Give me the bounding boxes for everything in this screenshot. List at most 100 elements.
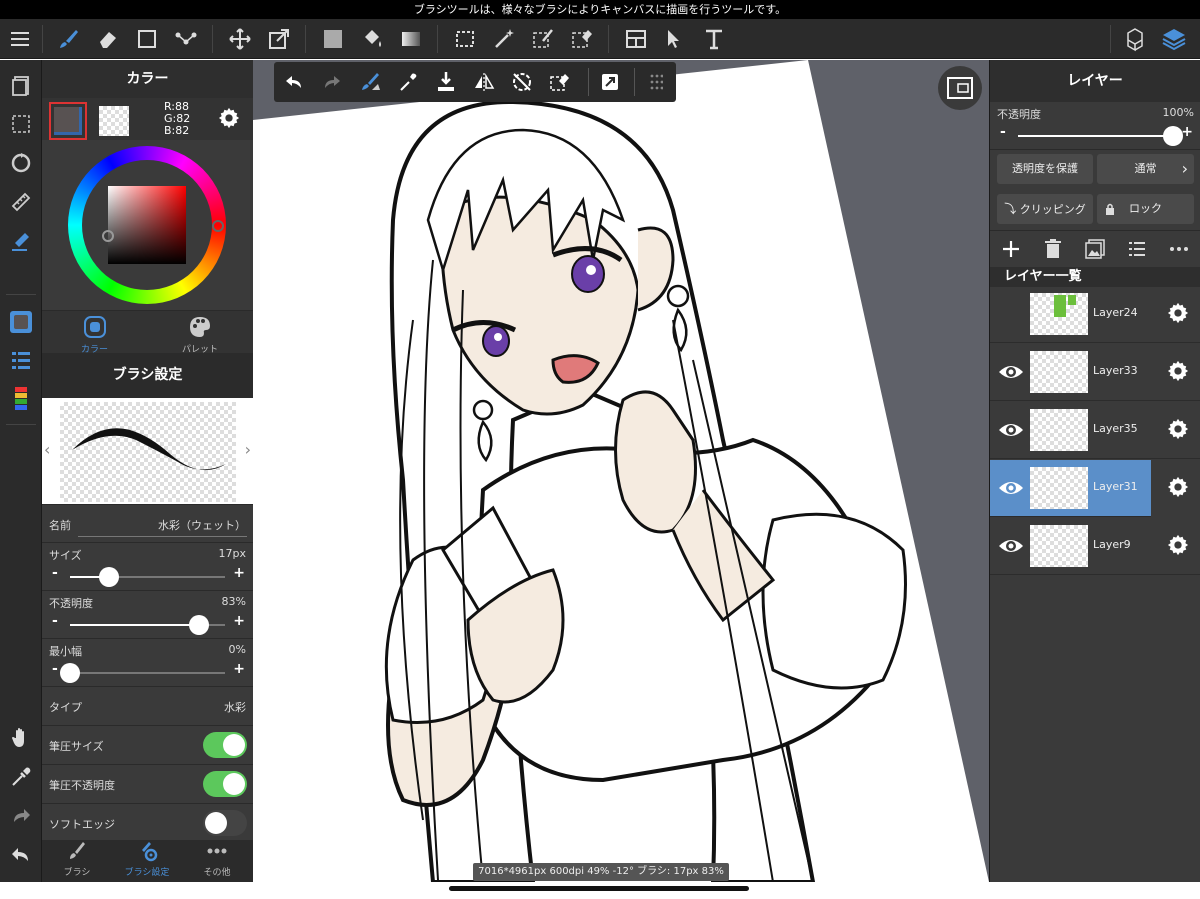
minwidth-slider[interactable] bbox=[60, 663, 225, 683]
layer-more-icon[interactable] bbox=[1168, 238, 1190, 263]
visibility-eye-icon[interactable] bbox=[998, 478, 1024, 501]
operation-tool-icon[interactable] bbox=[659, 23, 691, 55]
layer-settings-gear-icon[interactable] bbox=[1167, 534, 1189, 559]
select-pen-icon[interactable] bbox=[527, 23, 559, 55]
brush-prev-chevron-icon[interactable]: ‹ bbox=[44, 440, 50, 459]
soft-edge-toggle[interactable] bbox=[203, 810, 247, 836]
saturation-value-square[interactable] bbox=[102, 186, 186, 264]
visibility-eye-icon[interactable] bbox=[998, 362, 1024, 385]
quick-flip-icon[interactable] bbox=[468, 66, 500, 98]
opacity-minus-button[interactable]: - bbox=[52, 613, 58, 629]
layer-opacity-minus-button[interactable]: - bbox=[1000, 124, 1006, 140]
pressure-size-toggle[interactable] bbox=[203, 732, 247, 758]
layer-settings-gear-icon[interactable] bbox=[1167, 418, 1189, 443]
protect-alpha-button[interactable]: 透明度を保護 bbox=[997, 154, 1093, 184]
brush-tool-icon[interactable] bbox=[52, 23, 84, 55]
layer-settings-gear-icon[interactable] bbox=[1167, 360, 1189, 385]
color-panel-toggle-icon[interactable] bbox=[5, 306, 37, 338]
select-layer-icon[interactable] bbox=[5, 108, 37, 140]
frame-divider-icon[interactable] bbox=[620, 23, 652, 55]
layers-icon[interactable] bbox=[1158, 23, 1190, 55]
home-indicator[interactable] bbox=[449, 886, 749, 891]
layer-opacity-plus-button[interactable]: + bbox=[1181, 124, 1193, 140]
brush-list-toggle-icon[interactable] bbox=[5, 344, 37, 376]
brush-next-chevron-icon[interactable]: › bbox=[245, 440, 251, 459]
select-rect-icon[interactable] bbox=[449, 23, 481, 55]
materials-icon[interactable] bbox=[1119, 23, 1151, 55]
select-eraser-icon[interactable] bbox=[566, 23, 598, 55]
undo-icon[interactable] bbox=[5, 839, 37, 871]
tab-brush[interactable]: ブラシ bbox=[42, 840, 112, 882]
hand-tool-icon[interactable] bbox=[5, 722, 37, 754]
size-slider[interactable] bbox=[70, 567, 225, 587]
quick-undo-icon[interactable] bbox=[278, 66, 310, 98]
layer-name: Layer35 bbox=[1093, 422, 1138, 435]
layer-opacity-slider[interactable] bbox=[1018, 126, 1183, 146]
artwork-canvas[interactable] bbox=[253, 60, 989, 882]
layer-row[interactable]: Layer33 bbox=[990, 344, 1200, 401]
navigator-button[interactable] bbox=[938, 66, 982, 110]
quick-save-icon[interactable] bbox=[430, 66, 462, 98]
rotate-view-icon[interactable] bbox=[5, 147, 37, 179]
brush-name-row[interactable]: 名前 水彩（ウェット） bbox=[42, 504, 253, 542]
quick-reset-rotation-icon[interactable] bbox=[506, 66, 538, 98]
layer-settings-gear-icon[interactable] bbox=[1167, 476, 1189, 501]
transform-tool-icon[interactable] bbox=[263, 23, 295, 55]
delete-layer-icon[interactable] bbox=[1042, 238, 1064, 263]
minwidth-plus-button[interactable]: + bbox=[233, 661, 245, 677]
fill-color-icon[interactable] bbox=[317, 23, 349, 55]
opacity-plus-button[interactable]: + bbox=[233, 613, 245, 629]
brush-type-row[interactable]: タイプ 水彩 bbox=[42, 686, 253, 725]
quick-transform-icon[interactable] bbox=[594, 66, 626, 98]
layer-row[interactable]: Layer31 bbox=[990, 460, 1189, 517]
blend-mode-button[interactable]: 通常 › bbox=[1097, 154, 1194, 184]
redo-icon[interactable] bbox=[5, 800, 37, 832]
magic-wand-icon[interactable] bbox=[488, 23, 520, 55]
tab-brush-settings[interactable]: ブラシ設定 bbox=[112, 840, 182, 882]
pressure-opacity-toggle[interactable] bbox=[203, 771, 247, 797]
visibility-eye-icon[interactable] bbox=[998, 420, 1024, 443]
gradient-tool-icon[interactable] bbox=[395, 23, 427, 55]
color-settings-gear-icon[interactable] bbox=[218, 107, 240, 132]
tab-color[interactable]: カラー bbox=[42, 315, 147, 355]
opacity-slider[interactable] bbox=[70, 615, 225, 635]
layer-settings-gear-icon[interactable] bbox=[1167, 302, 1189, 327]
brush-size-label: サイズ bbox=[49, 549, 82, 562]
layer-image-icon[interactable] bbox=[1084, 238, 1106, 263]
pages-icon[interactable] bbox=[5, 70, 37, 102]
pen-settings-icon[interactable] bbox=[5, 225, 37, 257]
ruler-icon[interactable] bbox=[5, 186, 37, 218]
tab-other[interactable]: その他 bbox=[182, 840, 252, 882]
color-bar-icon[interactable] bbox=[5, 382, 37, 414]
sub-color-swatch[interactable] bbox=[99, 106, 129, 136]
eyedropper-icon[interactable] bbox=[5, 761, 37, 793]
shape-tool-icon[interactable] bbox=[131, 23, 163, 55]
lock-button[interactable]: ロック bbox=[1097, 194, 1194, 224]
move-tool-icon[interactable] bbox=[224, 23, 256, 55]
minwidth-minus-button[interactable]: - bbox=[52, 661, 58, 677]
main-color-swatch[interactable] bbox=[49, 102, 87, 140]
layer-opacity-label: 不透明度 bbox=[997, 108, 1041, 121]
quick-clear-icon[interactable] bbox=[544, 66, 576, 98]
bucket-tool-icon[interactable] bbox=[356, 23, 388, 55]
quick-brush-icon[interactable] bbox=[354, 66, 386, 98]
clipping-button[interactable]: ⤵ クリッピング bbox=[997, 194, 1093, 224]
eraser-tool-icon[interactable] bbox=[92, 23, 124, 55]
visibility-eye-icon[interactable] bbox=[998, 536, 1024, 559]
layer-row[interactable]: Layer24 bbox=[990, 286, 1200, 343]
menu-icon[interactable] bbox=[4, 23, 36, 55]
layer-row[interactable]: Layer9 bbox=[990, 518, 1200, 575]
size-plus-button[interactable]: + bbox=[233, 565, 245, 581]
snap-tool-icon[interactable] bbox=[170, 23, 202, 55]
add-layer-icon[interactable] bbox=[1000, 238, 1022, 263]
canvas-area[interactable] bbox=[253, 60, 989, 882]
quick-redo-icon[interactable] bbox=[316, 66, 348, 98]
quick-eyedropper-icon[interactable] bbox=[392, 66, 424, 98]
size-minus-button[interactable]: - bbox=[52, 565, 58, 581]
quick-grip-icon[interactable] bbox=[640, 66, 672, 98]
color-wheel[interactable] bbox=[68, 146, 226, 304]
layer-row[interactable]: Layer35 bbox=[990, 402, 1200, 459]
layer-list-icon[interactable] bbox=[1126, 238, 1148, 263]
tab-palette[interactable]: パレット bbox=[147, 315, 253, 355]
text-tool-icon[interactable] bbox=[698, 23, 730, 55]
